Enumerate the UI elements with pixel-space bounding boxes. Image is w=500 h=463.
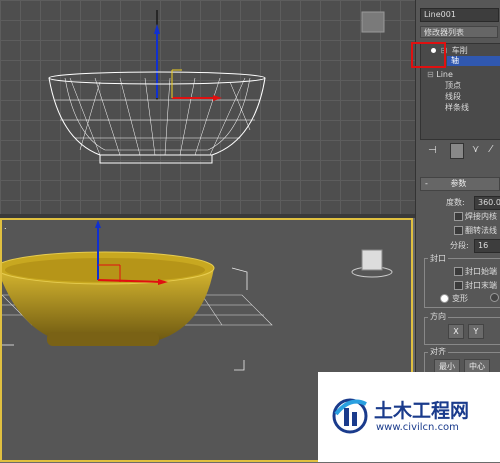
bowl-wireframe-top xyxy=(48,10,385,164)
cap-end-label: 封口末端 xyxy=(465,281,497,290)
segments-input[interactable]: 16 xyxy=(474,239,500,253)
highlight-box xyxy=(411,42,446,68)
morph-label: 变形 xyxy=(452,294,468,303)
stack-item-spline[interactable]: 样条线 xyxy=(445,103,469,113)
cap-end-checkbox[interactable]: 封口末端 xyxy=(454,280,497,291)
stack-toolbar: ⊣ ⋎ ⁄ xyxy=(420,143,500,159)
stack-label-lathe: 车削 xyxy=(451,46,468,55)
weld-core-label: 焊接内核 xyxy=(465,212,497,221)
pin-stack-icon[interactable]: ⊣ xyxy=(428,145,437,156)
flip-normals-checkbox[interactable]: 翻转法线 xyxy=(454,225,497,236)
cap-group-label: 封口 xyxy=(428,253,448,264)
watermark: 土木工程网 www.civilcn.com xyxy=(318,372,500,462)
align-group-label: 对齐 xyxy=(428,346,448,357)
params-title: 参数 xyxy=(450,179,467,188)
params-rollout-header[interactable]: - 参数 xyxy=(420,177,500,191)
show-end-result-icon[interactable] xyxy=(450,143,464,159)
stack-item-line[interactable]: ⊟ Line xyxy=(427,70,453,80)
remove-modifier-icon[interactable]: ⁄ xyxy=(490,144,492,155)
modifier-list-label: 修改器列表 xyxy=(424,28,464,37)
grid-radio[interactable] xyxy=(490,293,499,302)
cap-start-label: 封口始端 xyxy=(465,267,497,276)
viewport-label[interactable]: . xyxy=(4,222,7,231)
direction-group-label: 方向 xyxy=(428,311,448,322)
stack-item-vertex[interactable]: 顶点 xyxy=(445,81,461,91)
viewcube-icon xyxy=(361,11,385,33)
stack-item-axis[interactable]: 轴 xyxy=(447,56,500,66)
logo-icon xyxy=(332,398,368,434)
morph-radio[interactable]: 变形 xyxy=(440,293,468,304)
top-viewport[interactable] xyxy=(0,0,415,214)
flip-normals-label: 翻转法线 xyxy=(465,226,497,235)
degrees-input[interactable]: 360.0 xyxy=(474,196,500,210)
weld-core-checkbox[interactable]: 焊接内核 xyxy=(454,211,497,222)
stack-item-segment[interactable]: 线段 xyxy=(445,92,461,102)
watermark-title: 土木工程网 xyxy=(374,400,470,422)
watermark-url: www.civilcn.com xyxy=(376,422,459,433)
segments-label: 分段: xyxy=(450,241,469,250)
stack-label-axis: 轴 xyxy=(451,56,459,65)
direction-y-button[interactable]: Y xyxy=(468,324,484,339)
collapse-sign: - xyxy=(425,179,428,188)
degrees-label: 度数: xyxy=(446,198,465,207)
stack-label-line: Line xyxy=(436,70,453,79)
cap-start-checkbox[interactable]: 封口始端 xyxy=(454,266,497,277)
modifier-list-dropdown[interactable]: 修改器列表 xyxy=(420,26,498,38)
make-unique-icon[interactable]: ⋎ xyxy=(472,144,479,155)
direction-x-button[interactable]: X xyxy=(448,324,464,339)
object-name-field[interactable]: Line001 xyxy=(420,8,499,22)
